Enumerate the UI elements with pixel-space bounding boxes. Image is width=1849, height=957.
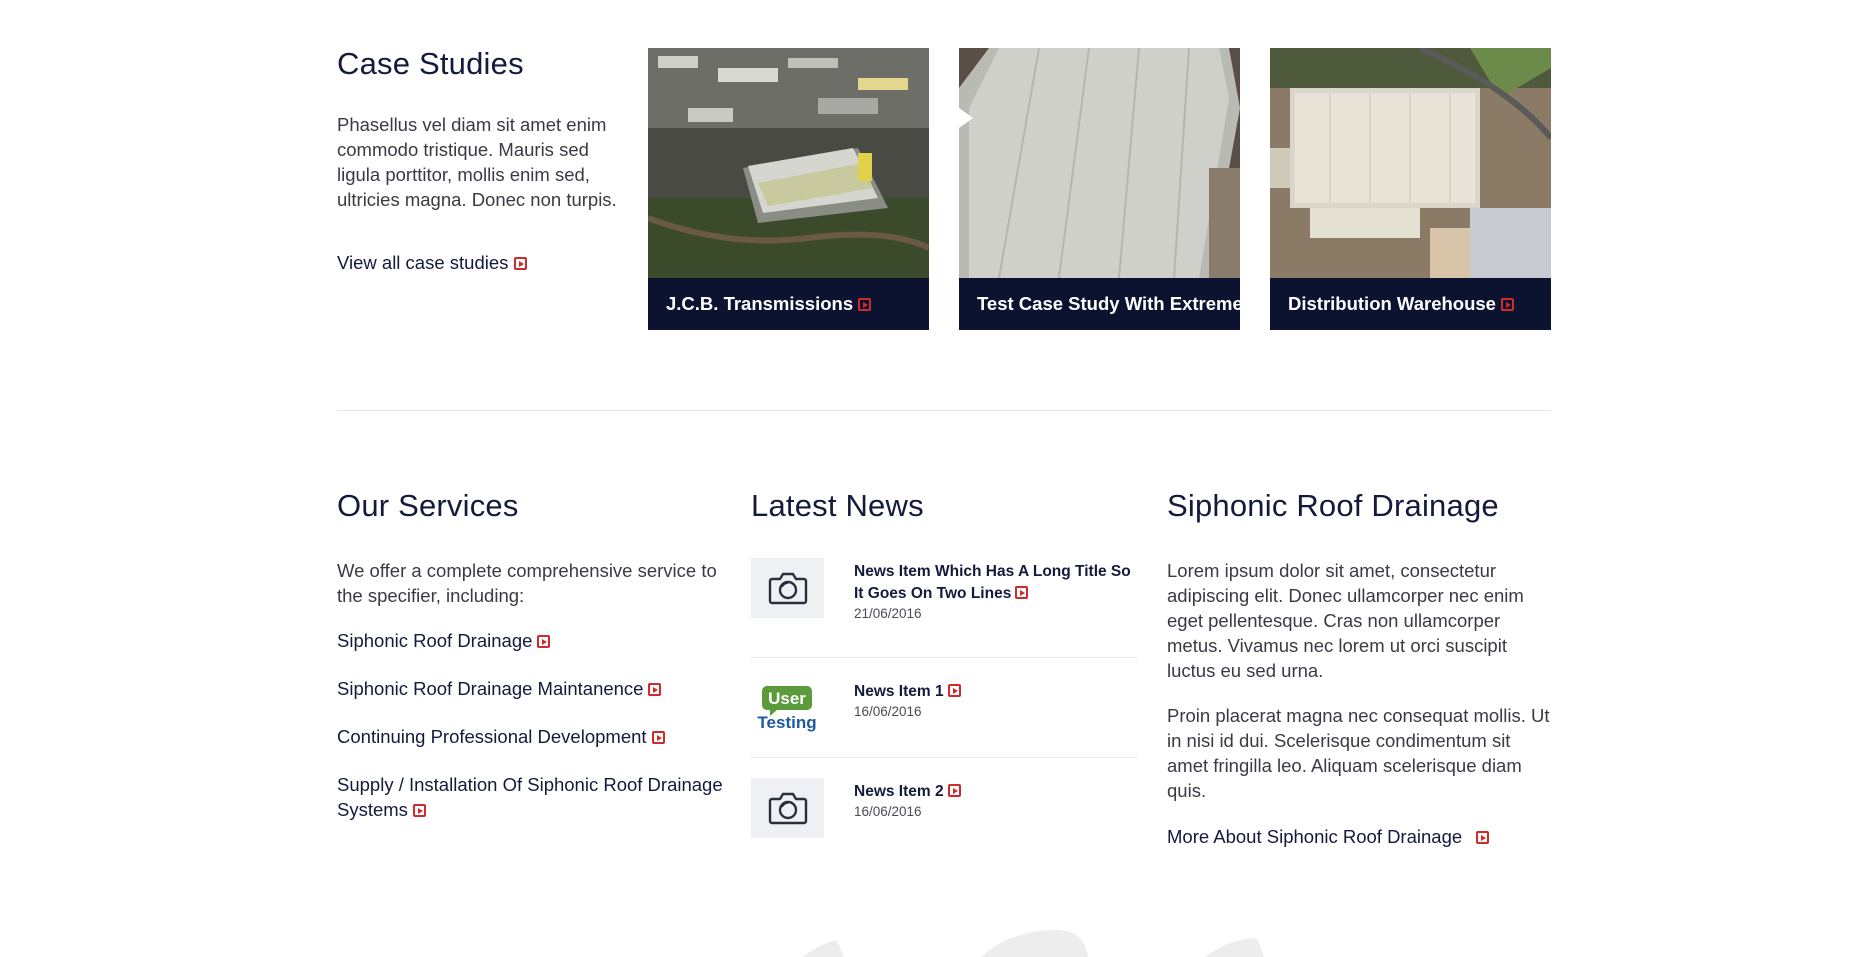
services-column: Our Services We offer a complete compreh… <box>337 488 727 845</box>
news-date: 16/06/2016 <box>854 804 922 819</box>
siphonic-paragraph-1: Lorem ipsum dolor sit amet, consectetur … <box>1167 560 1524 681</box>
card-title: J.C.B. Transmissions <box>666 293 854 314</box>
news-title-link[interactable]: News Item 1 <box>854 681 961 703</box>
siphonic-paragraph-2: Proin placerat magna nec consequat molli… <box>1167 705 1550 801</box>
card-caption: J.C.B. Transmissions <box>648 278 929 330</box>
camera-icon <box>768 572 807 605</box>
user-testing-logo: User Testing <box>757 686 816 732</box>
arrow-right-icon <box>648 683 662 696</box>
arrow-right-icon <box>537 635 551 648</box>
camera-icon <box>768 792 807 825</box>
card-caption: Distribution Warehouse <box>1270 278 1551 330</box>
news-title-link[interactable]: News Item 2 <box>854 781 961 803</box>
arrow-right-icon <box>412 804 426 817</box>
page-content: Case Studies Phasellus vel diam sit amet… <box>337 0 1551 957</box>
arrow-right-icon <box>651 731 665 744</box>
section-divider <box>337 410 1551 411</box>
arrow-right-icon <box>858 297 872 311</box>
case-study-card-distribution[interactable]: Distribution Warehouse <box>1270 48 1551 330</box>
news-list: News Item Which Has A Long Title So It G… <box>751 558 1137 858</box>
news-thumbnail: User Testing <box>751 678 824 738</box>
services-intro: We offer a complete comprehensive servic… <box>337 560 717 606</box>
case-study-card-jcb[interactable]: J.C.B. Transmissions <box>648 48 929 330</box>
card-title: Distribution Warehouse <box>1288 293 1496 314</box>
service-link[interactable]: Supply / Installation Of Siphonic Roof D… <box>337 772 727 822</box>
view-all-case-studies-link[interactable]: View all case studies <box>337 252 528 274</box>
aerial-factory-image <box>648 48 929 278</box>
service-link[interactable]: Continuing Professional Development <box>337 724 727 749</box>
news-date: 16/06/2016 <box>854 704 922 719</box>
news-body: News Item 1 16/06/2016 <box>854 678 961 719</box>
card-title: Test Case Study With Extreme Name <box>977 293 1240 314</box>
logo-text-testing: Testing <box>757 713 816 732</box>
siphonic-title: Siphonic Roof Drainage <box>1167 488 1499 523</box>
view-all-label: View all case studies <box>337 252 509 273</box>
arrow-right-icon <box>514 256 528 270</box>
arrow-right-icon <box>1500 297 1514 311</box>
news-title: Latest News <box>751 488 924 523</box>
case-studies-title: Case Studies <box>337 46 524 81</box>
news-body: News Item Which Has A Long Title So It G… <box>854 558 1137 621</box>
news-item[interactable]: User Testing News Item 1 16/06/2016 <box>751 658 1137 758</box>
service-link[interactable]: Siphonic Roof Drainage <box>337 628 727 653</box>
news-thumbnail <box>751 558 824 618</box>
news-item[interactable]: News Item 2 16/06/2016 <box>751 758 1137 858</box>
news-date: 21/06/2016 <box>854 606 922 621</box>
more-about-label: More About Siphonic Roof Drainage <box>1167 826 1463 847</box>
services-list: Siphonic Roof Drainage Siphonic Roof Dra… <box>337 628 727 822</box>
distribution-warehouse-image <box>1270 48 1551 278</box>
case-study-card-test[interactable]: Test Case Study With Extreme Name <box>959 48 1240 330</box>
arrow-right-icon <box>947 684 961 697</box>
logo-text-user: User <box>768 689 806 708</box>
more-about-siphonic-link[interactable]: More About Siphonic Roof Drainage <box>1167 826 1490 848</box>
services-title: Our Services <box>337 488 519 523</box>
news-title-link[interactable]: News Item Which Has A Long Title So It G… <box>854 561 1137 605</box>
service-link[interactable]: Siphonic Roof Drainage Maintanence <box>337 676 727 701</box>
arrow-right-icon <box>1476 830 1490 844</box>
decorative-watermark <box>802 930 1265 957</box>
news-column: Latest News News Item Which Has A Long T… <box>751 488 1137 858</box>
warehouse-roof-image <box>959 48 1240 278</box>
card-caption: Test Case Study With Extreme Name <box>959 278 1240 330</box>
news-thumbnail <box>751 778 824 838</box>
news-body: News Item 2 16/06/2016 <box>854 778 961 819</box>
news-item[interactable]: News Item Which Has A Long Title So It G… <box>751 558 1137 658</box>
arrow-right-icon <box>947 784 961 797</box>
case-studies-description: Phasellus vel diam sit amet enim commodo… <box>337 114 617 210</box>
siphonic-column: Siphonic Roof Drainage Lorem ipsum dolor… <box>1167 488 1551 848</box>
case-studies-intro: Case Studies Phasellus vel diam sit amet… <box>337 46 617 274</box>
arrow-right-icon <box>1015 586 1029 599</box>
